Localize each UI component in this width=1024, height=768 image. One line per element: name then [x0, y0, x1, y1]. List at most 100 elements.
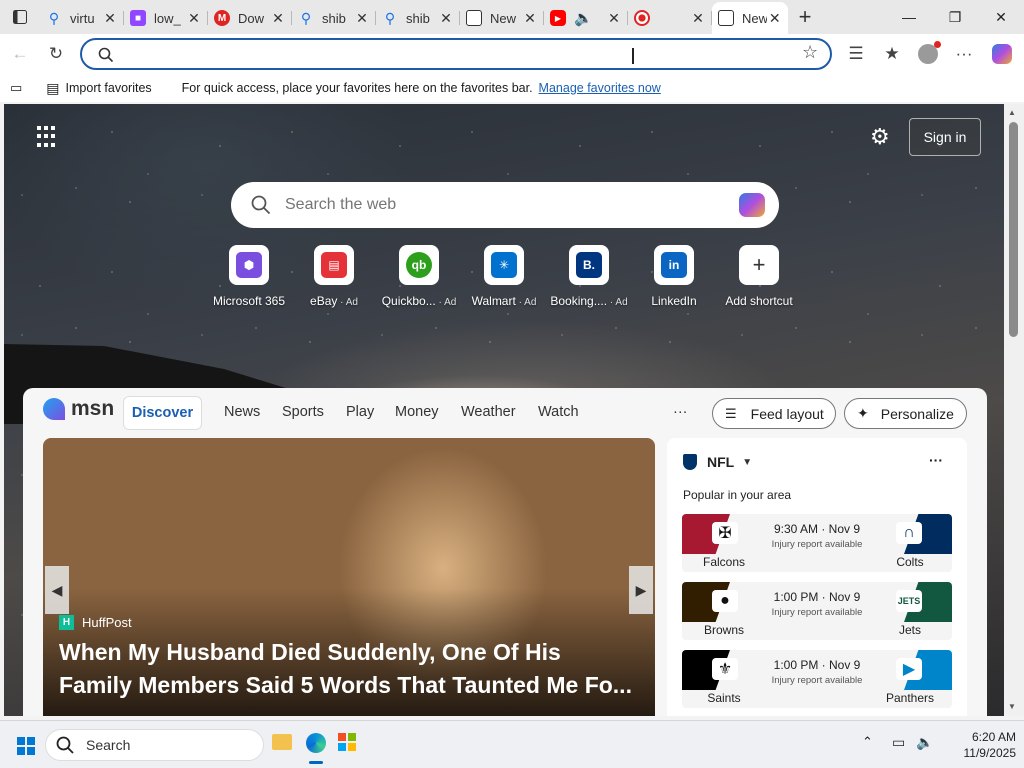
hero-article-card[interactable]: ◀ ▶ H HuffPost When My Husband Died Sudd…	[43, 438, 655, 716]
manage-favorites-link[interactable]: Manage favorites now	[539, 81, 661, 95]
apps-launcher-icon[interactable]	[37, 126, 59, 148]
tab-news[interactable]: News	[224, 404, 260, 420]
nfl-selector[interactable]: NFL ▼	[683, 454, 752, 470]
tab-weather[interactable]: Weather	[461, 404, 516, 420]
file-explorer-icon[interactable]	[272, 734, 292, 750]
search-icon	[56, 736, 74, 754]
close-window-button[interactable]: ✕	[978, 0, 1024, 34]
carousel-prev-button[interactable]: ◀	[45, 566, 69, 614]
close-tab-icon[interactable]: ✕	[438, 10, 454, 27]
edge-icon[interactable]	[306, 733, 326, 753]
shortcut-label: Microsoft 365	[212, 294, 286, 308]
browser-tab[interactable]: ✕	[628, 4, 712, 32]
browser-tab[interactable]: New ✕	[460, 4, 544, 32]
store-icon[interactable]	[338, 733, 356, 751]
nfl-game-row[interactable]: ✠ ∩ 9:30 AM · Nov 9 Injury report available…	[682, 514, 952, 572]
ebay-icon: ▤	[321, 252, 347, 278]
shortcut-tile[interactable]: ⬢ Microsoft 365	[209, 245, 289, 308]
tab-sports[interactable]: Sports	[282, 404, 324, 420]
close-tab-icon[interactable]: ✕	[270, 10, 286, 27]
favorite-star-icon[interactable]: ☆	[802, 42, 818, 63]
tab-money[interactable]: Money	[395, 404, 439, 420]
browser-tab[interactable]: ■ low_ ✕	[124, 4, 208, 32]
minimize-button[interactable]: —	[886, 0, 932, 34]
extensions-button[interactable]: ☰	[842, 40, 870, 68]
more-tabs-button[interactable]: ···	[673, 404, 688, 420]
copilot-icon[interactable]	[739, 193, 765, 217]
browser-tab[interactable]: New ✕	[712, 2, 788, 34]
tab-actions-button[interactable]	[0, 0, 40, 34]
team2-logo-icon: ▶	[896, 658, 922, 680]
scroll-up-icon[interactable]: ▲	[1008, 108, 1016, 117]
volume-icon[interactable]: 🔈	[916, 734, 933, 751]
browser-tab[interactable]: M Dow ✕	[208, 4, 292, 32]
web-search-input[interactable]	[285, 194, 705, 216]
shortcut-tile[interactable]: + Add shortcut	[719, 245, 799, 308]
chevron-right-icon: ▶	[635, 581, 647, 598]
close-tab-icon[interactable]: ✕	[186, 10, 202, 27]
article-headline[interactable]: When My Husband Died Suddenly, One Of Hi…	[59, 636, 632, 702]
refresh-button[interactable]: ↻	[42, 40, 70, 68]
profile-button[interactable]	[914, 40, 942, 68]
close-tab-icon[interactable]: ✕	[690, 10, 706, 27]
network-icon[interactable]: ▭	[892, 734, 905, 751]
scrollbar-thumb[interactable]	[1009, 122, 1018, 337]
shortcut-tile[interactable]: ▤ eBay · Ad	[294, 245, 374, 308]
new-tab-button[interactable]: +	[788, 0, 822, 34]
ad-separator: ·	[515, 297, 525, 308]
shortcut-tile[interactable]: qb Quickbo... · Ad	[379, 245, 459, 308]
speaker-icon[interactable]: 🔈	[574, 9, 593, 27]
shortcut-label: Booking....	[550, 294, 608, 308]
windows-start-icon[interactable]	[17, 737, 35, 755]
tab-discover[interactable]: Discover	[123, 396, 202, 430]
personalize-label: Personalize	[880, 405, 954, 422]
shortcut-tile[interactable]: ✳ Walmart · Ad	[464, 245, 544, 308]
nfl-game-row[interactable]: ● JETS 1:00 PM · Nov 9 Injury report availa…	[682, 582, 952, 640]
close-tab-icon[interactable]: ✕	[767, 10, 782, 27]
scroll-down-icon[interactable]: ▼	[1008, 702, 1016, 711]
restore-button[interactable]: ❐	[932, 0, 978, 34]
close-tab-icon[interactable]: ✕	[354, 10, 370, 27]
personalize-button[interactable]: ✦ Personalize	[844, 398, 967, 429]
carousel-next-button[interactable]: ▶	[629, 566, 653, 614]
settings-menu-button[interactable]: ···	[950, 40, 978, 68]
tab-title: virtu	[70, 10, 95, 26]
back-button[interactable]: ←	[6, 40, 34, 68]
close-tab-icon[interactable]: ✕	[102, 10, 118, 27]
favorites-button[interactable]: ★	[878, 40, 906, 68]
shortcut-tile[interactable]: B. Booking.... · Ad	[549, 245, 629, 308]
sign-in-button[interactable]: Sign in	[909, 118, 981, 156]
more-icon: ···	[955, 44, 973, 63]
shortcut-label-row: Booking.... · Ad	[549, 294, 629, 308]
import-favorites-button[interactable]: ▤ Import favorites	[46, 80, 151, 97]
browser-tab[interactable]: ⚲ shib ✕	[376, 4, 460, 32]
shortcut-tile-frame: ▤	[314, 245, 354, 285]
shortcut-tile-frame: ✳	[484, 245, 524, 285]
close-tab-icon[interactable]: ✕	[606, 10, 622, 27]
web-search-box[interactable]	[231, 182, 779, 228]
tab-play[interactable]: Play	[346, 404, 374, 420]
browser-tab[interactable]: ⚲ virtu ✕	[40, 4, 124, 32]
msn-logo[interactable]: msn	[43, 397, 114, 421]
clock[interactable]: 6:20 AM 11/9/2025	[946, 729, 1017, 761]
tab-title: low_	[154, 10, 181, 26]
page-settings-icon[interactable]: ⚙	[870, 124, 890, 150]
shortcut-tile[interactable]: in LinkedIn	[634, 245, 714, 308]
ad-label: Ad	[524, 297, 537, 308]
browser-tab[interactable]: ⚲ shib ✕	[292, 4, 376, 32]
address-bar[interactable]: ☆	[80, 38, 832, 70]
feed-layout-button[interactable]: ☰ Feed layout	[712, 398, 836, 429]
show-hidden-icons-button[interactable]: ⌃	[862, 734, 873, 750]
nfl-game-row[interactable]: ⚜ ▶ 1:00 PM · Nov 9 Injury report available…	[682, 650, 952, 708]
tab-watch[interactable]: Watch	[538, 404, 579, 420]
browser-tab[interactable]: ▶ 🔈 ✕	[544, 4, 628, 32]
nfl-more-button[interactable]: ···	[929, 452, 943, 468]
close-tab-icon[interactable]: ✕	[522, 10, 538, 27]
sidebar-toggle-icon[interactable]: ▭	[10, 80, 22, 96]
address-input[interactable]	[122, 44, 762, 64]
taskbar-search-box[interactable]: Search	[45, 729, 264, 761]
page-scrollbar[interactable]: ▲ ▼	[1004, 104, 1024, 716]
copilot-button[interactable]	[988, 40, 1016, 68]
msn-butterfly-icon	[43, 398, 65, 420]
shortcut-label-row: Add shortcut	[719, 294, 799, 308]
